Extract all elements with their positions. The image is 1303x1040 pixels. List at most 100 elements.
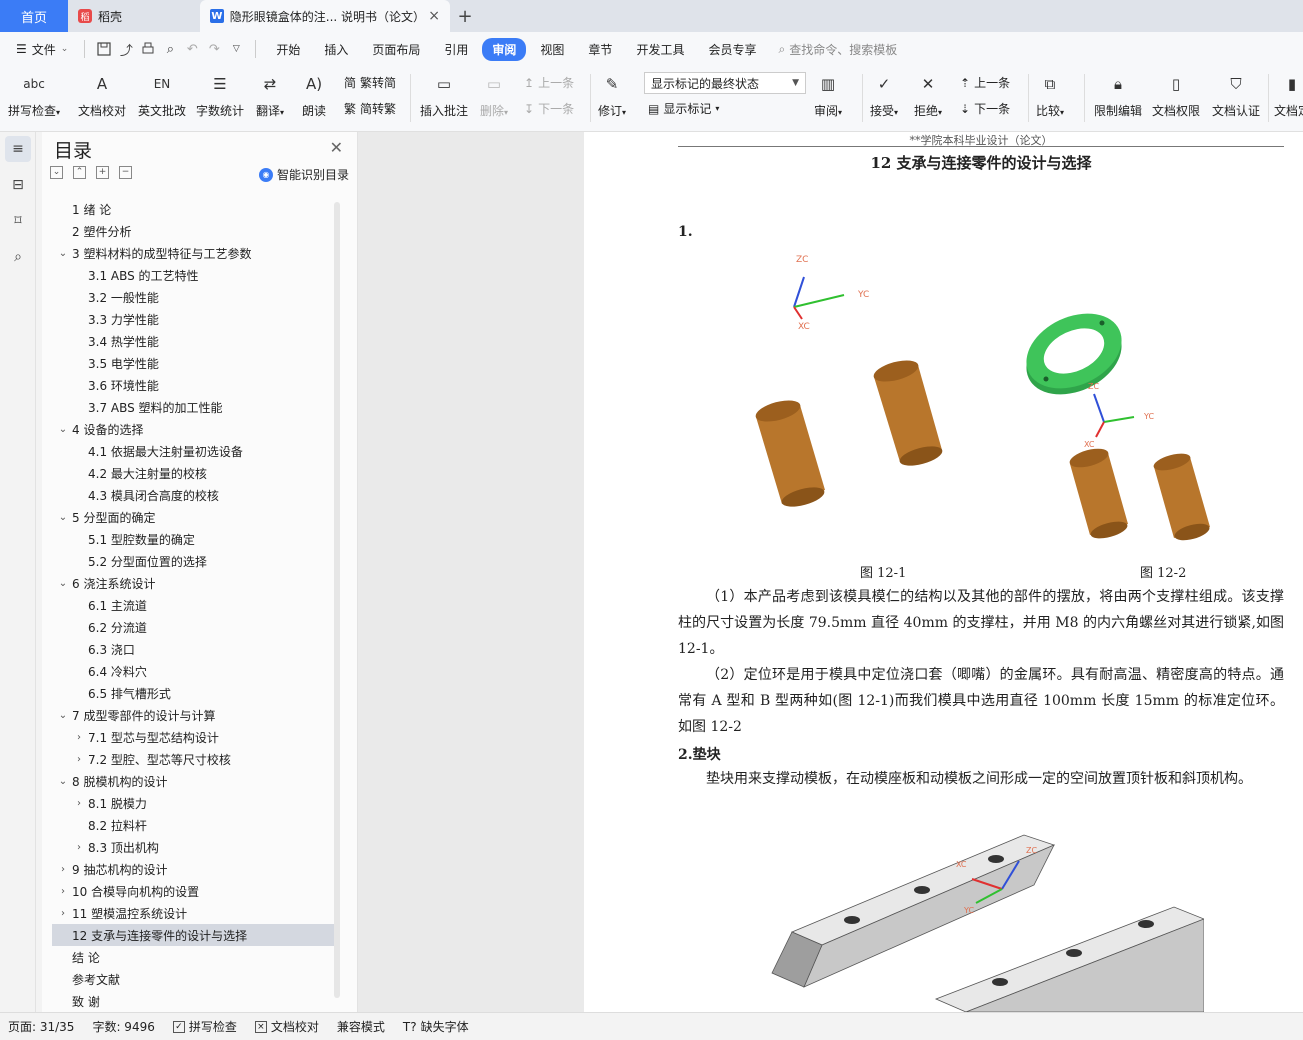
menu-item-start[interactable]: 开始 bbox=[266, 38, 310, 61]
trad-to-simp-button[interactable]: 简 繁转简 bbox=[344, 74, 396, 91]
tab-home[interactable]: 首页 bbox=[0, 0, 68, 32]
page-indicator[interactable]: 页面: 31/35 bbox=[8, 1018, 74, 1035]
menu-item-member[interactable]: 会员专享 bbox=[698, 38, 766, 61]
doc-rights-button[interactable]: ▯ 文档权限 bbox=[1152, 70, 1200, 119]
missing-font[interactable]: T? 缺失字体 bbox=[403, 1018, 469, 1035]
restrict-edit-button[interactable]: 🔒︎ 限制编辑 bbox=[1094, 70, 1142, 119]
toc-item[interactable]: 3.3 力学性能 bbox=[52, 308, 334, 330]
status-spell-check[interactable]: ✓ 拼写检查 bbox=[172, 1018, 237, 1035]
chevron-down-icon[interactable]: ⌄ bbox=[56, 248, 70, 259]
expand-all-icon[interactable]: ⌃ bbox=[73, 166, 86, 179]
compat-mode[interactable]: 兼容模式 bbox=[337, 1018, 385, 1035]
menu-item-layout[interactable]: 页面布局 bbox=[362, 38, 430, 61]
export-icon[interactable]: ⤴ bbox=[115, 38, 137, 60]
chevron-down-icon[interactable]: ⌄ bbox=[56, 512, 70, 523]
toc-item[interactable]: 5.2 分型面位置的选择 bbox=[52, 550, 334, 572]
toc-item[interactable]: ⌄ 7 成型零部件的设计与计算 bbox=[52, 704, 334, 726]
quick-access-dropdown-icon[interactable]: ▽ bbox=[225, 38, 247, 60]
menu-item-review[interactable]: 审阅 bbox=[482, 37, 527, 61]
print-preview-icon[interactable]: ⌕ bbox=[159, 38, 181, 60]
spell-check-button[interactable]: abc 拼写检查▾ bbox=[8, 70, 60, 119]
status-doc-proof[interactable]: × 文档校对 bbox=[254, 1018, 319, 1035]
word-count-button[interactable]: ☰ 字数统计 bbox=[196, 70, 244, 119]
outline-icon[interactable]: ≡ bbox=[5, 136, 31, 162]
chevron-right-icon[interactable]: › bbox=[72, 798, 86, 809]
document-canvas[interactable]: **学院本科毕业设计（论文） 12 支承与连接零件的设计与选择 1. ZC YC… bbox=[358, 132, 1303, 1012]
menu-item-developer[interactable]: 开发工具 bbox=[626, 38, 694, 61]
menu-item-view[interactable]: 视图 bbox=[530, 38, 574, 61]
toc-item[interactable]: › 7.1 型芯与型芯结构设计 bbox=[52, 726, 334, 748]
toc-item[interactable]: › 9 抽芯机构的设计 bbox=[52, 858, 334, 880]
toc-item[interactable]: 3.7 ABS 塑料的加工性能 bbox=[52, 396, 334, 418]
toc-item[interactable]: ⌄ 5 分型面的确定 bbox=[52, 506, 334, 528]
search-icon[interactable]: ⌕ bbox=[5, 244, 31, 270]
accept-button[interactable]: ✓ 接受▾ bbox=[870, 70, 898, 119]
toc-item[interactable]: ⌄ 8 脱模机构的设计 bbox=[52, 770, 334, 792]
chevron-right-icon[interactable]: › bbox=[72, 842, 86, 853]
next-change-button[interactable]: ⇣ 下一条 bbox=[960, 100, 1010, 117]
new-tab-button[interactable]: + bbox=[450, 0, 480, 32]
print-icon[interactable] bbox=[137, 38, 159, 60]
file-menu[interactable]: ☰ 文件 ⌄ bbox=[8, 41, 76, 58]
delete-comment-button[interactable]: ▭ 删除▾ bbox=[480, 70, 508, 119]
toc-item[interactable]: 6.1 主流道 bbox=[52, 594, 334, 616]
insert-comment-button[interactable]: ▭ 插入批注 bbox=[420, 70, 468, 119]
chevron-right-icon[interactable]: › bbox=[56, 886, 70, 897]
toc-item[interactable]: 3.4 热学性能 bbox=[52, 330, 334, 352]
toc-item[interactable]: 6.5 排气槽形式 bbox=[52, 682, 334, 704]
toc-item[interactable]: › 8.1 脱模力 bbox=[52, 792, 334, 814]
chevron-right-icon[interactable]: › bbox=[72, 732, 86, 743]
chevron-right-icon[interactable]: › bbox=[72, 754, 86, 765]
remove-heading-icon[interactable]: − bbox=[119, 166, 132, 179]
english-correct-button[interactable]: EN 英文批改 bbox=[138, 70, 186, 119]
toc-item[interactable]: 致 谢 bbox=[52, 990, 334, 1012]
toc-item[interactable]: › 7.2 型腔、型芯等尺寸校核 bbox=[52, 748, 334, 770]
toc-item[interactable]: 3.6 环境性能 bbox=[52, 374, 334, 396]
translate-button[interactable]: ⇄ 翻译▾ bbox=[256, 70, 284, 119]
toc-item[interactable]: 8.2 拉料杆 bbox=[52, 814, 334, 836]
toc-item[interactable]: 结 论 bbox=[52, 946, 334, 968]
toc-item[interactable]: ⌄ 3 塑料材料的成型特征与工艺参数 bbox=[52, 242, 334, 264]
read-aloud-button[interactable]: A) 朗读 bbox=[300, 70, 328, 119]
toc-item[interactable]: 6.2 分流道 bbox=[52, 616, 334, 638]
undo-icon[interactable]: ↶ bbox=[181, 38, 203, 60]
toc-item[interactable]: 5.1 型腔数量的确定 bbox=[52, 528, 334, 550]
toc-item[interactable]: 12 支承与连接零件的设计与选择 bbox=[52, 924, 334, 946]
command-search[interactable]: ⌕ 查找命令、搜索模板 bbox=[778, 41, 897, 58]
toc-item[interactable]: ⌄ 4 设备的选择 bbox=[52, 418, 334, 440]
toc-item[interactable]: 3.2 一般性能 bbox=[52, 286, 334, 308]
doc-final-button[interactable]: ▮ 文档定 bbox=[1274, 70, 1303, 119]
toc-item[interactable]: 4.3 模具闭合高度的校核 bbox=[52, 484, 334, 506]
show-marks-button[interactable]: ▤ 显示标记 ▾ bbox=[648, 100, 719, 117]
toc-item[interactable]: 3.5 电学性能 bbox=[52, 352, 334, 374]
track-changes-button[interactable]: ✎ 修订▾ bbox=[598, 70, 626, 119]
compare-button[interactable]: ⧉ 比较▾ bbox=[1036, 70, 1064, 119]
next-comment-button[interactable]: ↧ 下一条 bbox=[524, 100, 574, 117]
nav-icon[interactable]: ⊟ bbox=[5, 172, 31, 198]
chevron-down-icon[interactable]: ⌄ bbox=[56, 710, 70, 721]
chevron-right-icon[interactable]: › bbox=[56, 864, 70, 875]
add-heading-icon[interactable]: + bbox=[96, 166, 109, 179]
reject-button[interactable]: ✕ 拒绝▾ bbox=[914, 70, 942, 119]
chevron-down-icon[interactable]: ⌄ bbox=[56, 776, 70, 787]
menu-item-chapter[interactable]: 章节 bbox=[578, 38, 622, 61]
chevron-down-icon[interactable]: ⌄ bbox=[56, 578, 70, 589]
toc-scrollbar[interactable] bbox=[334, 202, 340, 998]
menu-item-insert[interactable]: 插入 bbox=[314, 38, 358, 61]
chevron-down-icon[interactable]: ⌄ bbox=[56, 424, 70, 435]
toc-item[interactable]: 3.1 ABS 的工艺特性 bbox=[52, 264, 334, 286]
prev-comment-button[interactable]: ↥ 上一条 bbox=[524, 74, 574, 91]
toc-item[interactable]: 2 塑件分析 bbox=[52, 220, 334, 242]
simp-to-trad-button[interactable]: 繁 简转繁 bbox=[344, 100, 396, 117]
prev-change-button[interactable]: ⇡ 上一条 bbox=[960, 74, 1010, 91]
doc-cert-button[interactable]: ⛉ 文档认证 bbox=[1212, 70, 1260, 119]
toc-item[interactable]: 6.3 浇口 bbox=[52, 638, 334, 660]
bookmark-icon[interactable]: ⌑ bbox=[5, 208, 31, 234]
smart-toc-button[interactable]: ◉ 智能识别目录 bbox=[258, 166, 349, 183]
toc-item[interactable]: 4.2 最大注射量的校核 bbox=[52, 462, 334, 484]
menu-item-reference[interactable]: 引用 bbox=[434, 38, 478, 61]
collapse-all-icon[interactable]: ⌄ bbox=[50, 166, 63, 179]
toc-item[interactable]: 4.1 依据最大注射量初选设备 bbox=[52, 440, 334, 462]
word-count-indicator[interactable]: 字数: 9496 bbox=[92, 1018, 154, 1035]
toc-item[interactable]: › 10 合模导向机构的设置 bbox=[52, 880, 334, 902]
